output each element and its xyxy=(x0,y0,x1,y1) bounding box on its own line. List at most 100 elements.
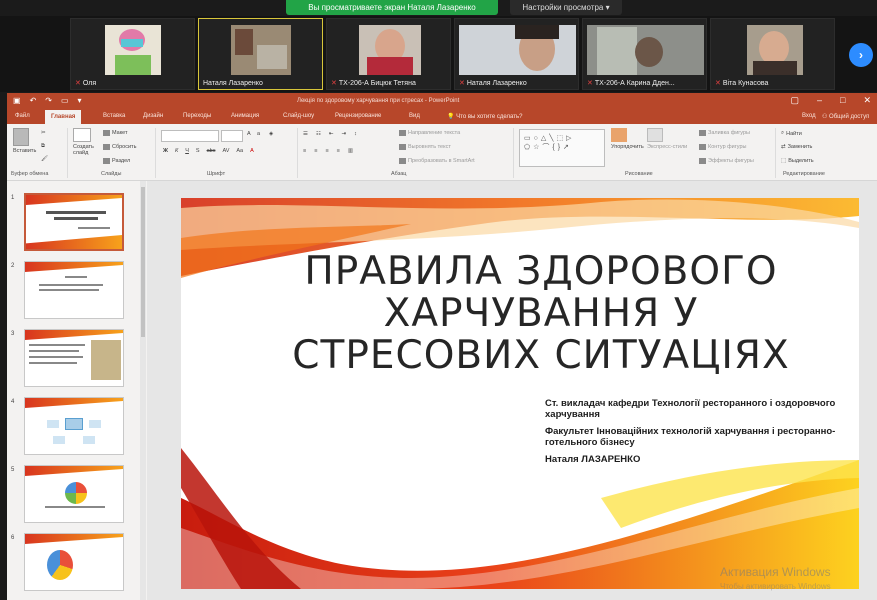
minimize-icon[interactable]: – xyxy=(817,95,822,106)
align-right-icon[interactable]: ≡ xyxy=(325,148,328,154)
align-center-icon[interactable]: ≡ xyxy=(314,148,317,154)
decrease-indent-icon[interactable]: ⇤ xyxy=(329,131,334,137)
slide-thumbnail-4[interactable] xyxy=(24,397,124,455)
thumb-line xyxy=(78,227,110,229)
text-direction-label: Направление текста xyxy=(408,130,461,136)
author-name: Наталя ЛАЗАРЕНКО xyxy=(545,454,641,465)
tab-review[interactable]: Рецензирование xyxy=(335,113,381,119)
font-size-select[interactable] xyxy=(221,130,243,142)
text-direction-button[interactable]: Направление текста xyxy=(399,130,460,136)
layout-button[interactable]: Макет xyxy=(103,130,128,136)
thumb-swoosh xyxy=(26,195,122,205)
participant-tile-active-speaker[interactable]: Наталя Лазаренко xyxy=(198,18,323,90)
columns-icon[interactable]: ▥ xyxy=(348,148,353,154)
thumbnails-scrollbar[interactable] xyxy=(140,181,146,600)
bold-icon[interactable]: Ж xyxy=(163,148,168,154)
redo-icon[interactable]: ↷ xyxy=(45,96,52,105)
participant-tile[interactable]: ✕ Оля xyxy=(70,18,195,90)
tab-home[interactable]: Главная xyxy=(45,110,82,124)
copy-icon[interactable]: ⧉ xyxy=(41,143,45,150)
thumb-line xyxy=(45,506,105,508)
reset-button[interactable]: Сбросить xyxy=(103,144,136,150)
align-left-icon[interactable]: ≡ xyxy=(303,148,306,154)
tab-view[interactable]: Вид xyxy=(409,113,420,119)
close-icon[interactable]: ✕ xyxy=(863,95,871,106)
shape-outline-button[interactable]: Контур фигуры xyxy=(699,144,746,150)
find-label: Найти xyxy=(786,130,802,137)
customize-toolbar-icon[interactable]: ▾ xyxy=(78,96,82,105)
select-button[interactable]: ⬚ Выделить xyxy=(781,158,814,164)
clear-formatting-icon[interactable]: ◈ xyxy=(269,131,273,137)
strikethrough-icon[interactable]: abc xyxy=(207,148,216,154)
shapes-gallery[interactable]: ▭○△╲⬚▷ ⬠☆⌒{}↗ xyxy=(519,129,605,167)
participant-name: ТХ-206-А Бицюк Тетяна xyxy=(338,79,416,87)
numbering-icon[interactable]: ☷ xyxy=(316,131,321,137)
undo-icon[interactable]: ↶ xyxy=(30,96,37,105)
shape-effects-button[interactable]: Эффекты фигуры xyxy=(699,158,754,164)
replace-button[interactable]: ⇄ Заменить xyxy=(781,144,812,150)
format-painter-icon[interactable]: 🖌 xyxy=(41,156,48,162)
participant-tile[interactable]: ✕ Наталя Лазаренко xyxy=(454,18,579,90)
quick-styles-button[interactable]: Экспресс-стили xyxy=(647,128,687,150)
start-slideshow-icon[interactable]: ▭ xyxy=(61,96,69,105)
slide-title[interactable]: ПРАВИЛА ЗДОРОВОГО ХАРЧУВАННЯ У СТРЕСОВИХ… xyxy=(261,251,821,377)
tab-insert[interactable]: Вставка xyxy=(103,113,125,119)
gallery-next-arrow-icon[interactable]: › xyxy=(849,43,873,67)
tab-animations[interactable]: Анимация xyxy=(231,113,259,119)
participant-tile[interactable]: ✕ ТХ-206-А Карина Дден... xyxy=(582,18,707,90)
save-icon[interactable]: ▣ xyxy=(13,96,21,105)
slide-thumbnail-2[interactable] xyxy=(24,261,124,319)
participant-name: Наталя Лазаренко xyxy=(203,80,263,87)
change-case-icon[interactable]: Aa xyxy=(236,148,243,154)
shape-effects-label: Эффекты фигуры xyxy=(708,158,754,164)
increase-font-icon[interactable]: A xyxy=(247,131,251,137)
share-button[interactable]: ⚇ Общий доступ xyxy=(822,113,869,120)
thumb-line xyxy=(29,350,79,352)
arrange-button[interactable]: Упорядочить xyxy=(611,128,644,150)
increase-indent-icon[interactable]: ⇥ xyxy=(341,131,346,137)
underline-icon[interactable]: Ч xyxy=(185,148,189,154)
slide-title-line: ХАРЧУВАННЯ У xyxy=(383,291,699,336)
slide-thumbnail-5[interactable] xyxy=(24,465,124,523)
slide-thumbnail-6[interactable] xyxy=(24,533,124,591)
italic-icon[interactable]: К xyxy=(175,148,178,154)
cut-icon[interactable]: ✂ xyxy=(41,130,46,136)
tab-design[interactable]: Дизайн xyxy=(143,113,163,119)
decrease-font-icon[interactable]: a xyxy=(257,131,260,137)
view-options-button[interactable]: Настройки просмотра ▾ xyxy=(510,0,622,15)
participant-video xyxy=(747,25,803,75)
maximize-icon[interactable]: □ xyxy=(840,95,845,106)
convert-smartart-button[interactable]: Преобразовать в SmartArt xyxy=(399,158,475,164)
participant-tile[interactable]: ✕ Віта Кунасова xyxy=(710,18,835,90)
tab-slideshow[interactable]: Слайд-шоу xyxy=(283,113,314,119)
bullets-icon[interactable]: ☰ xyxy=(303,131,308,137)
find-icon: ⌕ xyxy=(781,130,785,136)
thumb-diagram xyxy=(89,420,101,428)
justify-icon[interactable]: ≡ xyxy=(337,148,340,154)
font-name-select[interactable] xyxy=(161,130,219,142)
tab-file[interactable]: Файл xyxy=(15,113,30,119)
font-color-icon[interactable]: A xyxy=(250,148,254,154)
scrollbar-handle[interactable] xyxy=(141,187,145,337)
current-slide[interactable]: ПРАВИЛА ЗДОРОВОГО ХАРЧУВАННЯ У СТРЕСОВИХ… xyxy=(181,198,859,589)
find-button[interactable]: ⌕ Найти xyxy=(781,130,802,137)
slide-thumbnail-1[interactable] xyxy=(24,193,124,251)
section-label: Раздел xyxy=(112,158,131,164)
section-button[interactable]: Раздел xyxy=(103,158,130,164)
slide-subtitle[interactable]: Ст. викладач кафедри Технології ресторан… xyxy=(545,398,850,471)
participant-name: ТХ-206-А Карина Дден... xyxy=(594,79,675,87)
shape-fill-button[interactable]: Заливка фигуры xyxy=(699,130,750,136)
new-slide-button[interactable]: Создать слайд xyxy=(73,128,101,156)
char-spacing-icon[interactable]: AV xyxy=(222,148,229,154)
slide-thumbnail-3[interactable] xyxy=(24,329,124,387)
participant-tile[interactable]: ✕ ТХ-206-А Бицюк Тетяна xyxy=(326,18,451,90)
tell-me-search[interactable]: 💡 Что вы хотите сделать? xyxy=(447,113,522,120)
tab-transitions[interactable]: Переходы xyxy=(183,113,211,119)
ribbon-display-icon[interactable]: ▢ xyxy=(790,95,799,106)
shadow-icon[interactable]: S xyxy=(196,148,200,154)
sign-in-link[interactable]: Вход xyxy=(802,113,816,119)
line-spacing-icon[interactable]: ↕ xyxy=(354,131,357,137)
align-text-label: Выровнять текст xyxy=(408,144,451,150)
align-text-button[interactable]: Выровнять текст xyxy=(399,144,451,150)
paste-button[interactable]: Вставить xyxy=(13,128,36,154)
